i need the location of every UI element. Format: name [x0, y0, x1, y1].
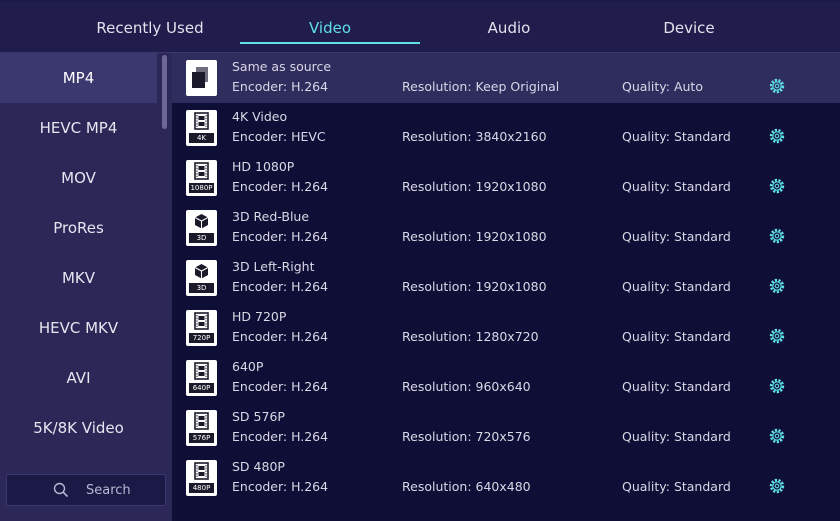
preset-badge: 480P [189, 483, 214, 493]
search-input[interactable]: Search [6, 474, 166, 506]
sidebar-item-mp4[interactable]: MP4 [0, 53, 157, 103]
preset-encoder: Encoder: H.264 [232, 429, 329, 444]
preset-name: SD 576P [232, 409, 285, 424]
preset-resolution: Resolution: 3840x2160 [402, 129, 547, 144]
sidebar-item-5k-8k-video[interactable]: 5K/8K Video [0, 403, 157, 453]
preset-resolution: Resolution: Keep Original [402, 79, 560, 94]
preset-encoder: Encoder: H.264 [232, 79, 329, 94]
tab-device[interactable]: Device [599, 0, 779, 53]
sidebar-item-hevc-mp4[interactable]: HEVC MP4 [0, 103, 157, 153]
preset-encoder: Encoder: H.264 [232, 179, 329, 194]
copy-icon [186, 60, 217, 96]
preset-badge: 1080P [189, 183, 214, 193]
preset-quality: Quality: Standard [622, 279, 731, 294]
film-icon: 576P [186, 410, 217, 446]
preset-badge: 4K [189, 133, 214, 143]
tab-recently-used[interactable]: Recently Used [60, 0, 240, 53]
film-icon: 640P [186, 360, 217, 396]
search-label: Search [86, 483, 131, 498]
preset-resolution: Resolution: 960x640 [402, 379, 531, 394]
preset-quality: Quality: Standard [622, 229, 731, 244]
preset-resolution: Resolution: 1280x720 [402, 329, 539, 344]
tab-video[interactable]: Video [240, 0, 420, 53]
preset-row-3d-left-right[interactable]: 3D 3D Left-Right Encoder: H.264 Resoluti… [172, 253, 840, 303]
format-sidebar: MP4 HEVC MP4 MOV ProRes MKV HEVC MKV AVI… [0, 53, 172, 521]
preset-encoder: Encoder: H.264 [232, 479, 329, 494]
preset-resolution: Resolution: 640x480 [402, 479, 531, 494]
preset-encoder: Encoder: H.264 [232, 229, 329, 244]
search-icon [53, 482, 69, 502]
settings-gear-icon[interactable] [768, 227, 786, 245]
preset-badge: 640P [189, 383, 214, 393]
preset-badge: 720P [189, 333, 214, 343]
preset-quality: Quality: Standard [622, 329, 731, 344]
settings-gear-icon[interactable] [768, 427, 786, 445]
preset-resolution: Resolution: 720x576 [402, 429, 531, 444]
sidebar-item-mkv[interactable]: MKV [0, 253, 157, 303]
preset-row-640p[interactable]: 640P 640P Encoder: H.264 Resolution: 960… [172, 353, 840, 403]
preset-name: HD 720P [232, 309, 287, 324]
cube-icon: 3D [186, 210, 217, 246]
settings-gear-icon[interactable] [768, 377, 786, 395]
sidebar-scrollbar[interactable] [162, 55, 167, 129]
preset-quality: Quality: Standard [622, 429, 731, 444]
preset-row-same-as-source[interactable]: Same as source Encoder: H.264 Resolution… [172, 53, 840, 103]
preset-name: 640P [232, 359, 264, 374]
cube-icon: 3D [186, 260, 217, 296]
preset-name: 3D Red-Blue [232, 209, 310, 224]
preset-name: 3D Left-Right [232, 259, 315, 274]
preset-badge: 576P [189, 433, 214, 443]
preset-encoder: Encoder: H.264 [232, 279, 329, 294]
preset-badge: 3D [189, 233, 214, 243]
preset-row-sd-576p[interactable]: 576P SD 576P Encoder: H.264 Resolution: … [172, 403, 840, 453]
preset-badge: 3D [189, 283, 214, 293]
preset-row-hd-1080p[interactable]: 1080P HD 1080P Encoder: H.264 Resolution… [172, 153, 840, 203]
preset-quality: Quality: Standard [622, 179, 731, 194]
preset-resolution: Resolution: 1920x1080 [402, 179, 547, 194]
settings-gear-icon[interactable] [768, 327, 786, 345]
settings-gear-icon[interactable] [768, 127, 786, 145]
preset-list: Same as source Encoder: H.264 Resolution… [172, 53, 840, 521]
preset-resolution: Resolution: 1920x1080 [402, 279, 547, 294]
preset-name: 4K Video [232, 109, 288, 124]
sidebar-item-mov[interactable]: MOV [0, 153, 157, 203]
preset-quality: Quality: Standard [622, 129, 731, 144]
preset-encoder: Encoder: HEVC [232, 129, 326, 144]
format-tab-bar: Recently Used Video Audio Device [0, 0, 840, 53]
preset-row-3d-red-blue[interactable]: 3D 3D Red-Blue Encoder: H.264 Resolution… [172, 203, 840, 253]
preset-encoder: Encoder: H.264 [232, 379, 329, 394]
sidebar-item-avi[interactable]: AVI [0, 353, 157, 403]
film-icon: 720P [186, 310, 217, 346]
film-icon: 4K [186, 110, 217, 146]
settings-gear-icon[interactable] [768, 277, 786, 295]
preset-quality: Quality: Standard [622, 479, 731, 494]
settings-gear-icon[interactable] [768, 77, 786, 95]
preset-name: SD 480P [232, 459, 285, 474]
preset-encoder: Encoder: H.264 [232, 329, 329, 344]
tab-audio[interactable]: Audio [419, 0, 599, 53]
preset-resolution: Resolution: 1920x1080 [402, 229, 547, 244]
preset-row-hd-720p[interactable]: 720P HD 720P Encoder: H.264 Resolution: … [172, 303, 840, 353]
preset-name: Same as source [232, 59, 332, 74]
preset-name: HD 1080P [232, 159, 295, 174]
film-icon: 480P [186, 460, 217, 496]
settings-gear-icon[interactable] [768, 477, 786, 495]
preset-row-4k-video[interactable]: 4K 4K Video Encoder: HEVC Resolution: 38… [172, 103, 840, 153]
settings-gear-icon[interactable] [768, 177, 786, 195]
preset-row-sd-480p[interactable]: 480P SD 480P Encoder: H.264 Resolution: … [172, 453, 840, 503]
sidebar-item-prores[interactable]: ProRes [0, 203, 157, 253]
preset-quality: Quality: Standard [622, 379, 731, 394]
film-icon: 1080P [186, 160, 217, 196]
sidebar-item-hevc-mkv[interactable]: HEVC MKV [0, 303, 157, 353]
preset-quality: Quality: Auto [622, 79, 703, 94]
